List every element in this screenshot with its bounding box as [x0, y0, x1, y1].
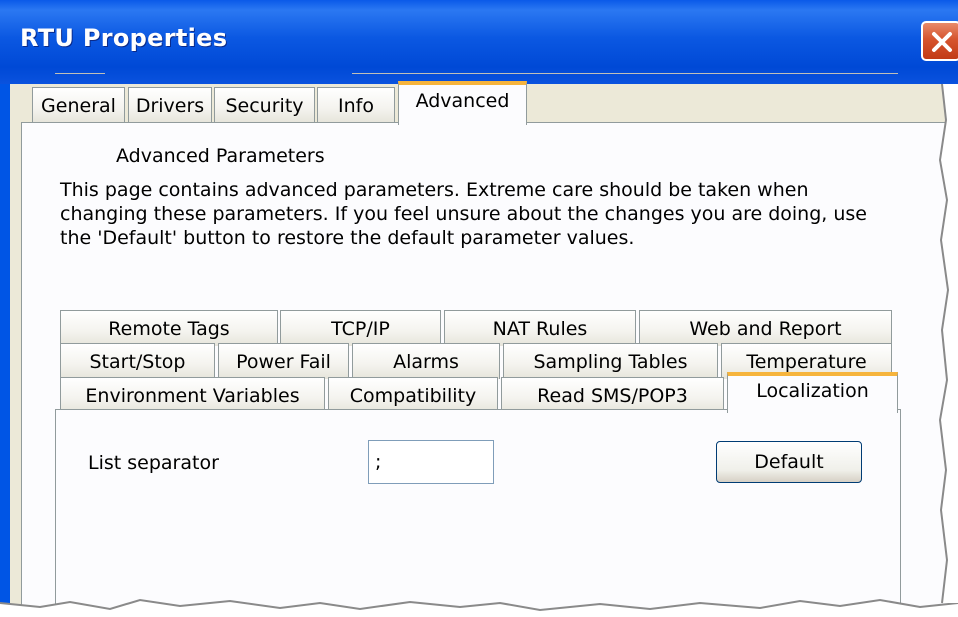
- tab-advanced[interactable]: Advanced: [398, 81, 527, 125]
- subtab-sampling-tables[interactable]: Sampling Tables: [503, 343, 718, 379]
- advanced-description: This page contains advanced parameters. …: [60, 179, 867, 249]
- subtab-remote-tags[interactable]: Remote Tags: [60, 310, 278, 346]
- group-title: Advanced Parameters: [112, 145, 329, 167]
- subtab-alarms[interactable]: Alarms: [352, 343, 500, 379]
- tab-general[interactable]: General: [32, 87, 125, 123]
- tab-security[interactable]: Security: [214, 87, 315, 123]
- close-button[interactable]: [921, 21, 958, 61]
- subtab-nat-rules[interactable]: NAT Rules: [444, 310, 636, 346]
- tab-info[interactable]: Info: [317, 87, 395, 123]
- group-divider-left: [55, 73, 105, 74]
- title-bar[interactable]: RTU Properties: [0, 0, 958, 84]
- subtab-tcp-ip[interactable]: TCP/IP: [280, 310, 441, 346]
- rtu-properties-window: RTU Properties General Drivers Security …: [0, 0, 958, 617]
- window-title: RTU Properties: [20, 24, 228, 52]
- group-divider-right: [352, 73, 898, 74]
- subtab-environment-variables[interactable]: Environment Variables: [60, 377, 325, 413]
- close-icon: [932, 32, 952, 52]
- subtab-read-sms-pop3[interactable]: Read SMS/POP3: [501, 377, 724, 413]
- subtab-power-fail[interactable]: Power Fail: [218, 343, 349, 379]
- tab-drivers[interactable]: Drivers: [128, 87, 212, 123]
- subtab-compatibility[interactable]: Compatibility: [328, 377, 498, 413]
- list-separator-label: List separator: [88, 452, 219, 474]
- list-separator-input[interactable]: [368, 440, 494, 484]
- default-button[interactable]: Default: [716, 441, 862, 483]
- subtab-localization[interactable]: Localization: [727, 372, 898, 413]
- subtab-web-and-report[interactable]: Web and Report: [639, 310, 892, 346]
- subtab-start-stop[interactable]: Start/Stop: [60, 343, 215, 379]
